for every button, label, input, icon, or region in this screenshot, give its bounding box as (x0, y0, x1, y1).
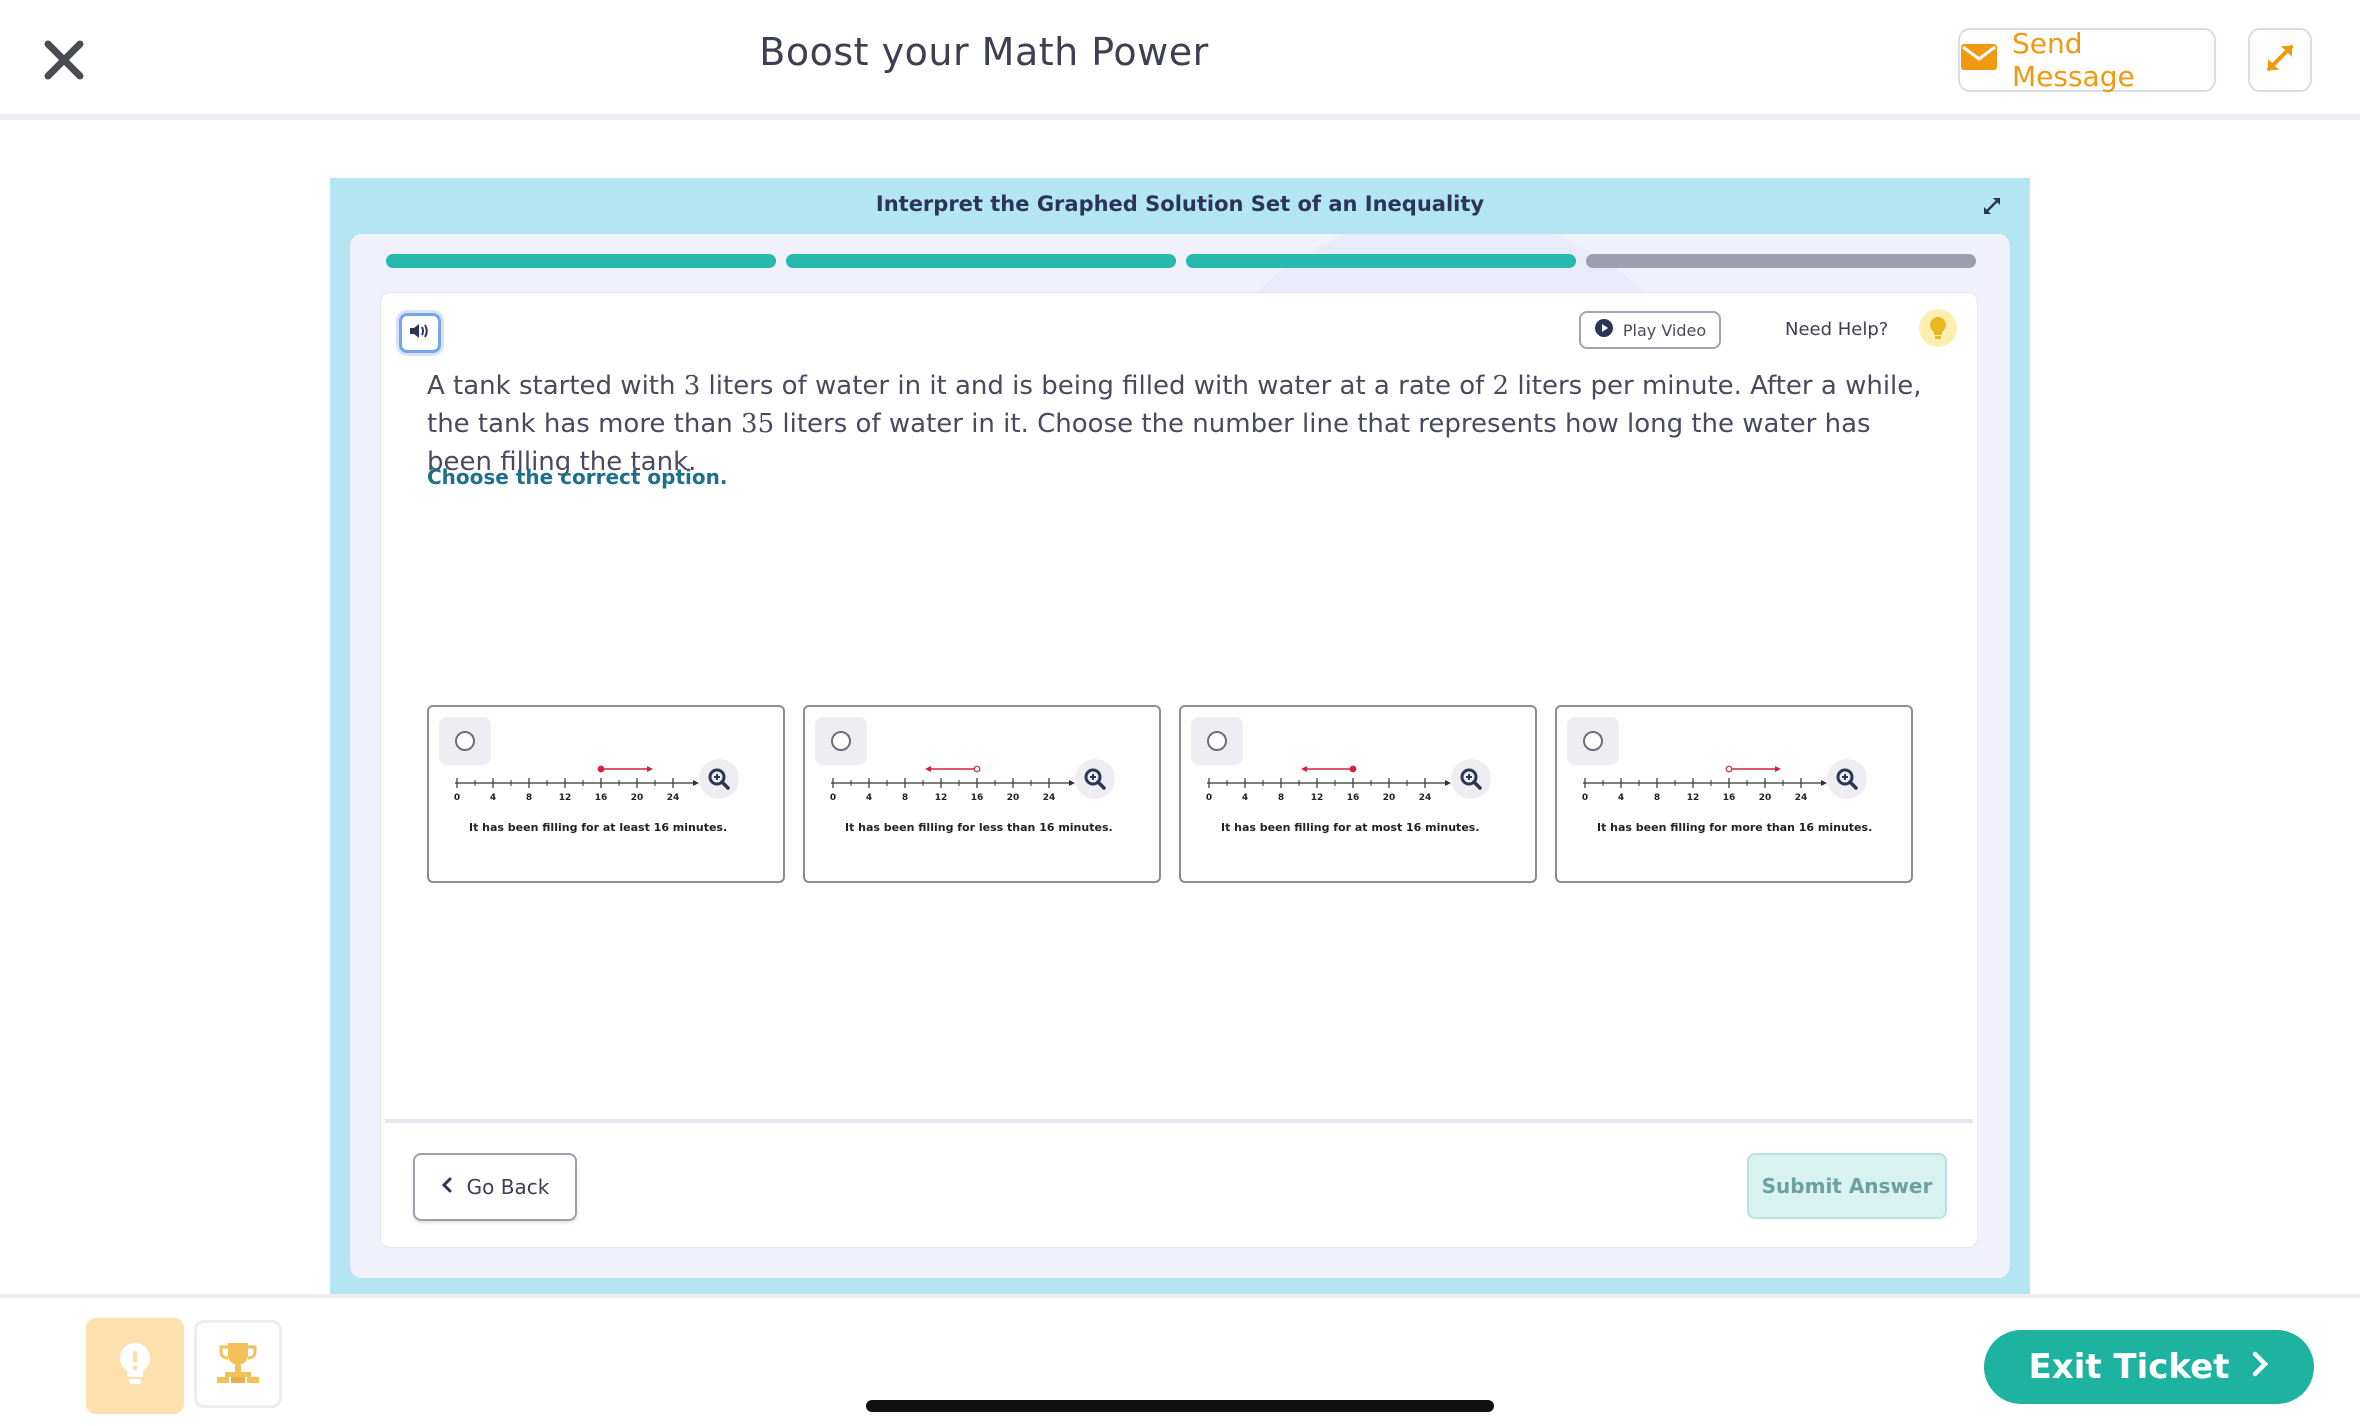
question-card: Play Video Need Help? A tank started wit… (380, 292, 1978, 1248)
tick-label: 8 (1278, 793, 1284, 803)
tick-label: 20 (631, 793, 644, 803)
option-label: It has been filling for at least 16 minu… (469, 821, 728, 834)
play-icon (1594, 318, 1614, 342)
zoom-in-icon[interactable] (1075, 759, 1115, 799)
tick-label: 4 (1618, 793, 1624, 803)
zoom-in-icon[interactable] (1827, 759, 1867, 799)
exit-ticket-button[interactable]: Exit Ticket (1984, 1330, 2314, 1404)
tick-label: 8 (526, 793, 532, 803)
open-endpoint (1725, 765, 1733, 773)
trophy-icon (215, 1339, 261, 1389)
progress-segment (786, 254, 1176, 268)
tick-label: 12 (559, 793, 572, 803)
open-endpoint (973, 765, 981, 773)
instruction-text: Choose the correct option. (427, 465, 728, 489)
envelope-icon (1960, 42, 1998, 79)
answer-option[interactable]: 0 4 8 12 16 20 24 It has been filling for less… (803, 705, 1161, 883)
lesson-frame: Interpret the Graphed Solution Set of an… (330, 178, 2030, 1294)
answer-option[interactable]: 0 4 8 12 16 20 24 It has been filling for at l… (427, 705, 785, 883)
option-label: It has been filling for at most 16 minut… (1221, 821, 1480, 834)
progress-bar (386, 254, 1976, 270)
ray-arrow (1301, 766, 1307, 772)
closed-endpoint (1349, 765, 1357, 773)
play-video-button[interactable]: Play Video (1579, 311, 1721, 349)
tick-label: 4 (1242, 793, 1248, 803)
expand-icon (2263, 41, 2297, 79)
speaker-icon (409, 322, 431, 344)
option-label: It has been filling for less than 16 min… (845, 821, 1113, 834)
tick-label: 8 (902, 793, 908, 803)
number-line: 0 4 8 12 16 20 24 (1582, 765, 1827, 803)
tick-label: 4 (866, 793, 872, 803)
number-line: 0 4 8 12 16 20 24 (830, 765, 1075, 803)
tick-label: 16 (1347, 793, 1360, 803)
divider (385, 1119, 1973, 1123)
frame-expand-icon[interactable] (1980, 194, 2004, 218)
tick-label: 20 (1383, 793, 1396, 803)
answer-option[interactable]: 0 4 8 12 16 20 24 It has been filling for more… (1555, 705, 1913, 883)
tick-label: 20 (1007, 793, 1020, 803)
tick-label: 12 (1311, 793, 1324, 803)
bottom-bar: Exit Ticket (0, 1294, 2360, 1426)
lightbulb-icon[interactable] (1919, 309, 1957, 347)
top-bar: Boost your Math Power Send Message (0, 0, 2360, 120)
chevron-left-icon (441, 1175, 453, 1199)
number-line: 0 4 8 12 16 20 24 (1206, 765, 1451, 803)
progress-segment (1586, 254, 1976, 268)
ray-arrow (1775, 766, 1781, 772)
lesson-title: Interpret the Graphed Solution Set of an… (875, 192, 1485, 216)
need-help-label[interactable]: Need Help? (1785, 319, 1888, 340)
tick-label: 16 (1723, 793, 1736, 803)
zoom-in-icon[interactable] (699, 759, 739, 799)
progress-segment (1186, 254, 1576, 268)
tick-label: 12 (935, 793, 948, 803)
submit-answer-button[interactable]: Submit Answer (1747, 1153, 1947, 1219)
chevron-right-icon (2251, 1347, 2269, 1387)
app-title: Boost your Math Power (759, 30, 1209, 74)
hint-button[interactable] (86, 1318, 184, 1414)
lightbulb-icon (118, 1341, 152, 1391)
tick-label: 24 (667, 793, 680, 803)
home-indicator (866, 1400, 1494, 1412)
go-back-button[interactable]: Go Back (413, 1153, 577, 1221)
zoom-in-icon[interactable] (1451, 759, 1491, 799)
closed-endpoint (597, 765, 605, 773)
tick-label: 0 (454, 793, 460, 803)
tick-label: 12 (1687, 793, 1700, 803)
send-message-label: Send Message (2012, 27, 2135, 93)
send-message-button[interactable]: Send Message (1958, 27, 2216, 93)
expand-button[interactable] (2248, 28, 2312, 92)
tick-label: 0 (1206, 793, 1212, 803)
play-video-label: Play Video (1622, 320, 1707, 340)
tick-label: 24 (1419, 793, 1432, 803)
progress-segment (386, 254, 776, 268)
tick-label: 20 (1759, 793, 1772, 803)
lesson-panel: Play Video Need Help? A tank started wit… (350, 234, 2010, 1278)
read-aloud-button[interactable] (399, 313, 441, 353)
ray-arrow (647, 766, 653, 772)
question-text: A tank started with 3 liters of water in… (427, 371, 1922, 477)
tick-label: 24 (1043, 793, 1056, 803)
tick-label: 0 (830, 793, 836, 803)
option-label: It has been filling for more than 16 min… (1597, 821, 1873, 834)
tick-label: 16 (971, 793, 984, 803)
ray-arrow (925, 766, 931, 772)
exit-ticket-label: Exit Ticket (2028, 1347, 2230, 1387)
go-back-label: Go Back (466, 1175, 550, 1199)
answer-options: 0 4 8 12 16 20 24 It has been filling for at l… (427, 705, 1917, 883)
tick-label: 24 (1795, 793, 1808, 803)
trophy-button[interactable] (194, 1320, 282, 1408)
tick-label: 4 (490, 793, 496, 803)
number-line: 0 4 8 12 16 20 24 (454, 765, 699, 803)
answer-option[interactable]: 0 4 8 12 16 20 24 It has been filling for at m… (1179, 705, 1537, 883)
tick-label: 0 (1582, 793, 1588, 803)
tick-label: 16 (595, 793, 608, 803)
tick-label: 8 (1654, 793, 1660, 803)
